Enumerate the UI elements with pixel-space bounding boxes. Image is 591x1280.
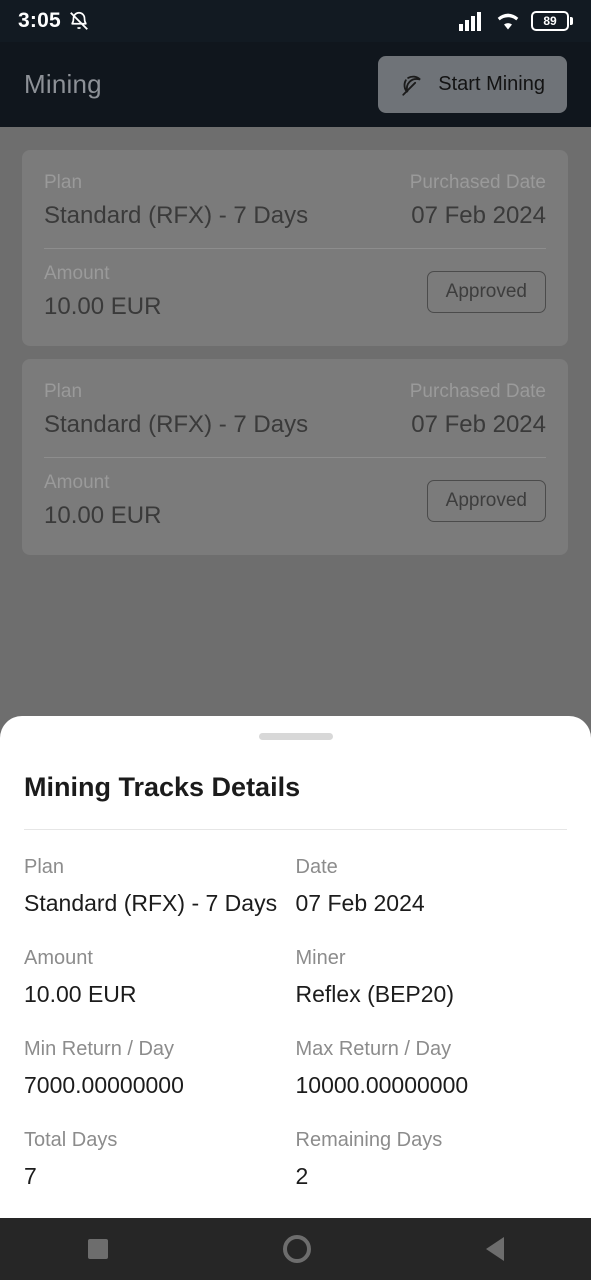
circle-home-icon[interactable] [282, 1235, 311, 1263]
start-mining-label: Start Mining [438, 73, 545, 95]
status-badge: Approved [426, 480, 546, 522]
detail-label: Date [295, 856, 338, 878]
plan-label: Plan [44, 381, 83, 402]
card-bottom-row: Amount 10.00 EUR Approved [44, 263, 546, 321]
purchased-date-value: 07 Feb 2024 [411, 411, 546, 438]
purchased-date-label: Purchased Date [409, 172, 546, 193]
detail-value: 7 [24, 1163, 37, 1189]
amount-label: Amount [44, 263, 110, 284]
detail-max-return: Max Return / Day 10000.00000000 [296, 1038, 568, 1099]
clock: 3:05 [18, 9, 61, 32]
phone-screen: 3:05 89 Mining Start Mining Plan Standar… [0, 0, 591, 1280]
amount-value: 10.00 EUR [44, 293, 162, 320]
card-bottom-row: Amount 10.00 EUR Approved [44, 472, 546, 530]
amount-label: Amount [44, 472, 110, 493]
detail-label: Min Return / Day [24, 1038, 175, 1060]
detail-label: Amount [24, 947, 93, 969]
sheet-divider [24, 829, 567, 830]
detail-value: 07 Feb 2024 [295, 890, 425, 916]
status-bar: 3:05 89 [0, 0, 591, 42]
detail-label: Remaining Days [295, 1129, 443, 1151]
status-bar-left: 3:05 [18, 9, 90, 33]
mining-track-card[interactable]: Plan Standard (RFX) - 7 Days Purchased D… [22, 150, 568, 346]
triangle-back-icon[interactable] [485, 1237, 504, 1261]
detail-value: Reflex (BEP20) [295, 981, 455, 1007]
plan-label: Plan [44, 172, 83, 193]
detail-label: Max Return / Day [295, 1038, 452, 1060]
purchased-date-value: 07 Feb 2024 [411, 202, 546, 229]
status-bar-right: 89 [459, 11, 573, 31]
purchased-date-label: Purchased Date [409, 381, 546, 402]
detail-label: Plan [24, 856, 65, 878]
purchased-date-block: Purchased Date 07 Feb 2024 [410, 172, 546, 230]
detail-label: Miner [295, 947, 346, 969]
mining-details-bottom-sheet: Mining Tracks Details Plan Standard (RFX… [0, 716, 591, 1218]
detail-total-days: Total Days 7 [24, 1129, 296, 1190]
pickaxe-icon [400, 72, 426, 98]
bell-muted-icon [68, 10, 90, 32]
page-title: Mining [24, 69, 102, 99]
detail-miner: Miner Reflex (BEP20) [296, 947, 568, 1008]
detail-amount: Amount 10.00 EUR [24, 947, 296, 1008]
detail-value: 7000.00000000 [24, 1072, 184, 1098]
sheet-title: Mining Tracks Details [24, 772, 301, 802]
square-recents-icon[interactable] [87, 1239, 108, 1259]
detail-remaining-days: Remaining Days 2 [296, 1129, 568, 1190]
detail-value: Standard (RFX) - 7 Days [24, 890, 278, 916]
amount-block: Amount 10.00 EUR [44, 263, 161, 321]
mining-track-card[interactable]: Plan Standard (RFX) - 7 Days Purchased D… [22, 359, 568, 555]
card-divider [44, 248, 546, 249]
start-mining-button[interactable]: Start Mining [378, 56, 567, 113]
battery-level: 89 [543, 14, 557, 28]
detail-label: Total Days [24, 1129, 118, 1151]
amount-value: 10.00 EUR [44, 502, 162, 529]
detail-min-return: Min Return / Day 7000.00000000 [24, 1038, 296, 1099]
plan-value: Standard (RFX) - 7 Days [44, 202, 309, 229]
detail-plan: Plan Standard (RFX) - 7 Days [24, 856, 296, 917]
plan-value: Standard (RFX) - 7 Days [44, 411, 309, 438]
app-bar: Mining Start Mining [0, 42, 591, 127]
card-divider [44, 457, 546, 458]
detail-value: 2 [295, 1163, 309, 1189]
android-navigation-bar [0, 1218, 591, 1280]
detail-date: Date 07 Feb 2024 [296, 856, 568, 917]
detail-value: 10000.00000000 [295, 1072, 469, 1098]
battery-indicator: 89 [531, 11, 573, 31]
sheet-drag-handle[interactable] [258, 733, 333, 740]
purchased-date-block: Purchased Date 07 Feb 2024 [410, 381, 546, 439]
plan-block: Plan Standard (RFX) - 7 Days [44, 381, 308, 439]
wifi-icon [495, 11, 521, 31]
card-top-row: Plan Standard (RFX) - 7 Days Purchased D… [44, 172, 546, 230]
cellular-signal-icon [459, 11, 485, 31]
details-grid: Plan Standard (RFX) - 7 Days Date 07 Feb… [24, 856, 567, 1190]
card-top-row: Plan Standard (RFX) - 7 Days Purchased D… [44, 381, 546, 439]
detail-value: 10.00 EUR [24, 981, 137, 1007]
plan-block: Plan Standard (RFX) - 7 Days [44, 172, 308, 230]
status-badge: Approved [426, 271, 546, 313]
amount-block: Amount 10.00 EUR [44, 472, 161, 530]
